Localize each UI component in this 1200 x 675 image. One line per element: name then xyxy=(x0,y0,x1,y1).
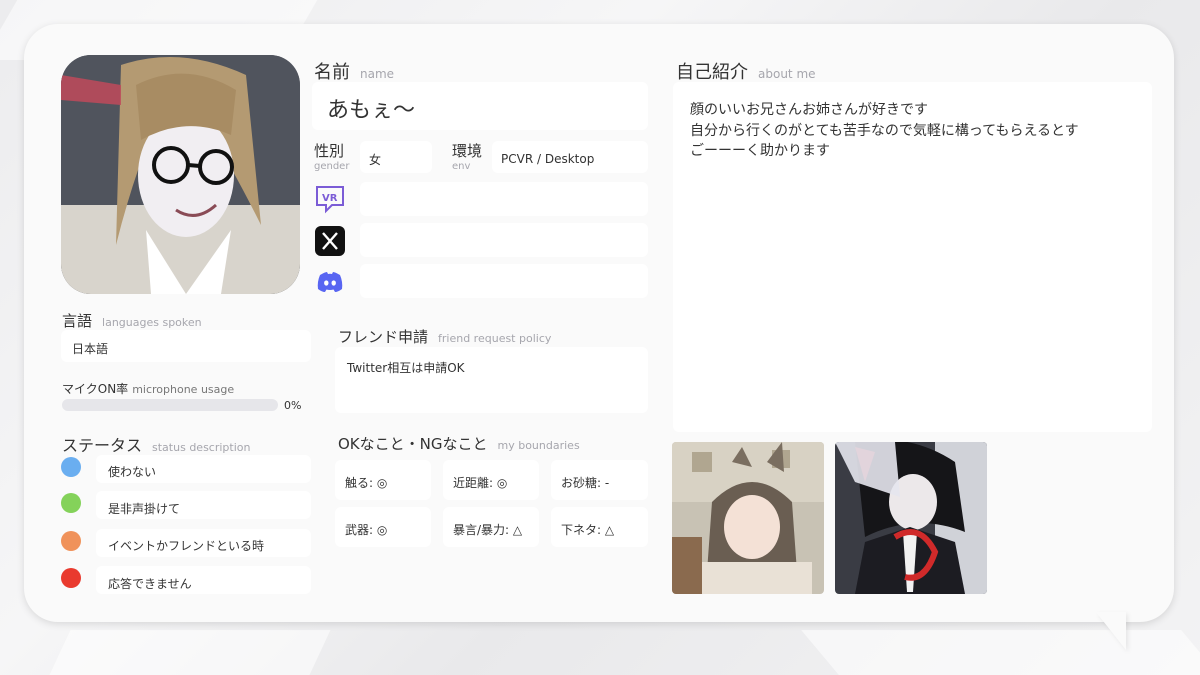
gallery-photo xyxy=(672,442,824,594)
boundary-text: お砂糖: - xyxy=(561,476,610,490)
avatar-illustration xyxy=(61,55,300,294)
boundary-text: 下ネタ: △ xyxy=(561,523,615,537)
discord-icon xyxy=(313,265,347,299)
x-field xyxy=(360,223,648,257)
status-text: 応答できません xyxy=(108,577,192,591)
languages-label: 言語 languages spoken xyxy=(62,312,202,330)
boundaries-label: OKなこと・NGなこと my boundaries xyxy=(338,435,580,453)
env-value: PCVR / Desktop xyxy=(501,152,595,166)
about-line: 顔のいいお兄さんお姉さんが好きです xyxy=(690,102,928,118)
gender-label: 性別 gender xyxy=(314,142,350,172)
boundary-text: 武器: ◎ xyxy=(345,523,388,537)
status-dot-red xyxy=(61,568,81,588)
friend-request-value: Twitter相互は申請OK xyxy=(347,361,465,375)
avatar-image xyxy=(61,55,300,294)
status-dot-orange xyxy=(61,531,81,551)
vrchat-field xyxy=(360,182,648,216)
status-dot-green xyxy=(61,493,81,513)
name-label: 名前 name xyxy=(314,62,395,83)
friend-request-label: フレンド申請 friend request policy xyxy=(338,328,552,346)
name-value: あもぇ〜 xyxy=(327,98,416,123)
background-shard xyxy=(49,630,331,675)
mic-label: マイクON率 microphone usage xyxy=(62,382,235,396)
boundary-text: 近距離: ◎ xyxy=(453,476,508,490)
languages-value: 日本語 xyxy=(72,342,109,356)
status-text: イベントかフレンドといる時 xyxy=(108,539,265,553)
boundary-text: 触る: ◎ xyxy=(345,476,388,490)
svg-text:VR: VR xyxy=(322,193,338,204)
about-line: ごーーーく助かります xyxy=(690,143,830,159)
mic-percent: 0% xyxy=(284,399,302,412)
status-text: 是非声掛けて xyxy=(108,502,181,516)
env-label: 環境 env xyxy=(452,142,483,172)
about-line: 自分から行くのがとても苦手なので気軽に構ってもらえるとす xyxy=(690,123,1079,139)
vrchat-icon: VR xyxy=(313,182,347,216)
speech-bubble-tail xyxy=(1096,612,1126,650)
gallery-photo xyxy=(835,442,987,594)
status-text: 使わない xyxy=(108,465,157,479)
status-dot-blue xyxy=(61,457,81,477)
discord-field xyxy=(360,264,648,298)
friend-request-field xyxy=(335,347,648,413)
gender-value: 女 xyxy=(369,153,382,167)
status-label: ステータス status description xyxy=(62,436,251,455)
mic-progress-bar xyxy=(62,399,278,411)
boundary-text: 暴言/暴力: △ xyxy=(453,523,523,537)
x-logo-icon xyxy=(313,224,347,258)
about-label: 自己紹介 about me xyxy=(676,62,816,83)
background-shard xyxy=(801,630,1200,675)
